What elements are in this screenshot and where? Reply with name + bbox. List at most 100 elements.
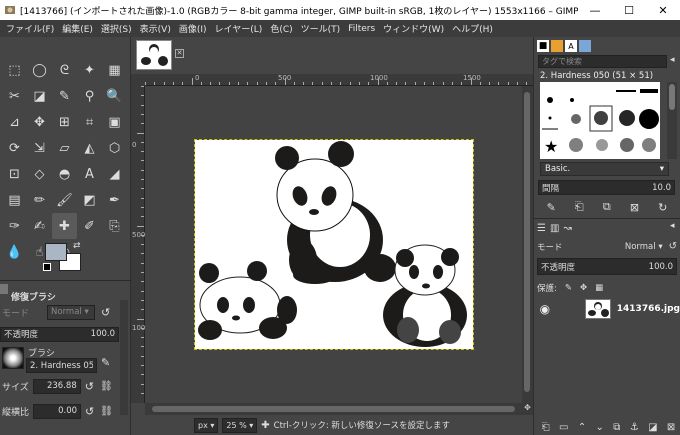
perspective-clone-tool-icon[interactable]: ⎘ xyxy=(102,213,127,239)
scrollbar-thumb[interactable] xyxy=(669,84,675,110)
default-colors-icon[interactable] xyxy=(43,263,51,271)
brush-preset-select[interactable]: Basic. ▾ xyxy=(540,162,669,176)
scissors-tool-icon[interactable]: ✂ xyxy=(2,83,27,109)
unit-select[interactable]: px ▾ xyxy=(194,417,219,433)
new-layer-icon[interactable]: ⎗ xyxy=(542,422,550,433)
close-button[interactable]: ✕ xyxy=(646,0,680,20)
paintbrush-tool-icon[interactable]: 🖌 xyxy=(52,187,77,213)
blur-tool-icon[interactable]: 💧 xyxy=(2,239,27,265)
lower-layer-icon[interactable]: ⌄ xyxy=(596,422,604,433)
opacity-slider[interactable]: 不透明度 100.0 xyxy=(0,326,119,342)
cage-transform-tool-icon[interactable]: ⬡ xyxy=(102,135,127,161)
warp-transform-tool-icon[interactable]: ⊡ xyxy=(2,161,27,187)
layers-tab-icon[interactable]: ☰ xyxy=(537,223,546,234)
patterns-tab-icon[interactable] xyxy=(551,40,563,52)
tool-options-tab-icon[interactable] xyxy=(0,284,8,294)
brushes-tab-icon[interactable]: ■ xyxy=(537,40,549,52)
reset-mode-icon[interactable]: ↺ xyxy=(669,241,677,252)
channels-tab-icon[interactable]: ▥ xyxy=(550,223,559,234)
navigate-icon[interactable]: ✥ xyxy=(522,403,533,415)
menu-colors[interactable]: 色(C) xyxy=(266,22,296,35)
brush-select[interactable]: 2. Hardness 050 xyxy=(26,358,97,373)
color-picker-tool-icon[interactable]: ⚲ xyxy=(77,83,102,109)
document-history-tab-icon[interactable] xyxy=(579,40,591,52)
bucket-fill-tool-icon[interactable]: ◓ xyxy=(52,161,77,187)
swap-colors-icon[interactable]: ⇄ xyxy=(73,241,81,251)
foreground-color-swatch[interactable] xyxy=(45,243,67,261)
layer-mode-select[interactable]: Normal ▾ xyxy=(625,242,663,252)
menu-tools[interactable]: ツール(T) xyxy=(297,22,345,35)
free-select-tool-icon[interactable]: ᘓ xyxy=(52,57,77,83)
mypaint-brush-tool-icon[interactable]: ✍ xyxy=(27,213,52,239)
shear-tool-icon[interactable]: ▱ xyxy=(52,135,77,161)
lock-pixels-icon[interactable]: ✎ xyxy=(565,283,572,293)
menu-select[interactable]: 選択(S) xyxy=(97,22,136,35)
duplicate-layer-icon[interactable]: ⧉ xyxy=(613,422,620,433)
new-brush-icon[interactable]: ⎗ xyxy=(575,200,584,214)
menu-layer[interactable]: レイヤー(L) xyxy=(211,22,267,35)
vertical-scrollbar[interactable] xyxy=(522,86,533,403)
move-tool-icon[interactable]: ✥ xyxy=(27,109,52,135)
mode-select[interactable]: Normal ▾ xyxy=(47,304,96,320)
minimize-button[interactable]: — xyxy=(578,0,612,20)
alignment-tool-icon[interactable]: ⊞ xyxy=(52,109,77,135)
layer-opacity-slider[interactable]: 不透明度 100.0 xyxy=(537,258,677,275)
tool-options-scrollbar[interactable] xyxy=(120,300,128,415)
layer-row[interactable]: ◉ 1413766.jpg xyxy=(537,296,680,322)
aspect-input[interactable]: 0.00 xyxy=(33,403,82,419)
raise-layer-icon[interactable]: ⌃ xyxy=(578,422,586,433)
clone-tool-icon[interactable]: ✐ xyxy=(77,213,102,239)
delete-layer-icon[interactable]: ⊠ xyxy=(667,422,675,433)
duplicate-brush-icon[interactable]: ⧉ xyxy=(603,200,611,214)
chevron-left-icon[interactable]: ◂ xyxy=(670,55,675,65)
zoom-tool-icon[interactable]: 🔍 xyxy=(102,83,127,109)
menu-view[interactable]: 表示(V) xyxy=(136,22,175,35)
measure-tool-icon[interactable]: ⊿ xyxy=(2,109,27,135)
gradient-tool-icon[interactable]: ◢ xyxy=(102,161,127,187)
close-tab-icon[interactable]: ✕ xyxy=(175,49,184,58)
pencil-tool-icon[interactable]: ✏ xyxy=(27,187,52,213)
color-select-tool-icon[interactable]: ▦ xyxy=(102,57,127,83)
anchor-layer-icon[interactable]: ⚓ xyxy=(630,422,639,433)
mask-icon[interactable]: ◪ xyxy=(648,422,657,433)
reset-mode-icon[interactable]: ↺ xyxy=(101,306,110,319)
paths-tab-icon[interactable]: ↝ xyxy=(563,223,571,234)
new-group-icon[interactable]: ▭ xyxy=(559,422,568,433)
edit-brush-icon[interactable]: ✎ xyxy=(101,356,110,369)
ink-tool-icon[interactable]: ✑ xyxy=(2,213,27,239)
ellipse-select-tool-icon[interactable]: ◯ xyxy=(27,57,52,83)
scale-tool-icon[interactable]: ⇲ xyxy=(27,135,52,161)
link-icon[interactable]: ⛓ xyxy=(100,406,113,417)
image-canvas[interactable] xyxy=(194,139,474,350)
link-icon[interactable]: ⛓ xyxy=(100,381,113,392)
menu-windows[interactable]: ウィンドウ(W) xyxy=(379,22,448,35)
rotate-tool-icon[interactable]: ⟳ xyxy=(2,135,27,161)
brush-scrollbar[interactable] xyxy=(667,82,677,159)
text-tool-icon[interactable]: A xyxy=(77,161,102,187)
size-input[interactable]: 236.88 xyxy=(32,378,81,394)
lock-position-icon[interactable]: ✥ xyxy=(580,283,587,293)
eraser-tool-icon[interactable]: ◩ xyxy=(77,187,102,213)
unified-transform-tool-icon[interactable]: ▣ xyxy=(102,109,127,135)
flip-tool-icon[interactable]: ◭ xyxy=(77,135,102,161)
menu-edit[interactable]: 編集(E) xyxy=(58,22,97,35)
rect-select-tool-icon[interactable]: ⬚ xyxy=(2,57,27,83)
menu-file[interactable]: ファイル(F) xyxy=(2,22,58,35)
refresh-brushes-icon[interactable]: ↻ xyxy=(658,201,667,214)
zoom-select[interactable]: 25 % ▾ xyxy=(222,417,258,433)
menu-filters[interactable]: Filters xyxy=(344,24,379,34)
spacing-slider[interactable]: 間隔 10.0 xyxy=(538,180,675,195)
brush-preview-icon[interactable] xyxy=(2,347,24,369)
fonts-tab-icon[interactable]: A xyxy=(565,40,577,52)
airbrush-tool-icon[interactable]: ✒ xyxy=(102,187,127,213)
lock-alpha-icon[interactable]: ▦ xyxy=(595,283,603,293)
tag-search-input[interactable]: タグで検索 xyxy=(538,55,667,68)
paths-tool-icon[interactable]: ✎ xyxy=(52,83,77,109)
reset-size-icon[interactable]: ↺ xyxy=(85,380,94,393)
blend-tool-icon[interactable]: ▤ xyxy=(2,187,27,213)
brush-grid[interactable]: ★ xyxy=(540,82,660,159)
edit-brush-icon[interactable]: ✎ xyxy=(547,201,556,214)
chevron-left-icon[interactable]: ◂ xyxy=(670,221,675,231)
fuzzy-select-tool-icon[interactable]: ✦ xyxy=(77,57,102,83)
handle-transform-tool-icon[interactable]: ◇ xyxy=(27,161,52,187)
